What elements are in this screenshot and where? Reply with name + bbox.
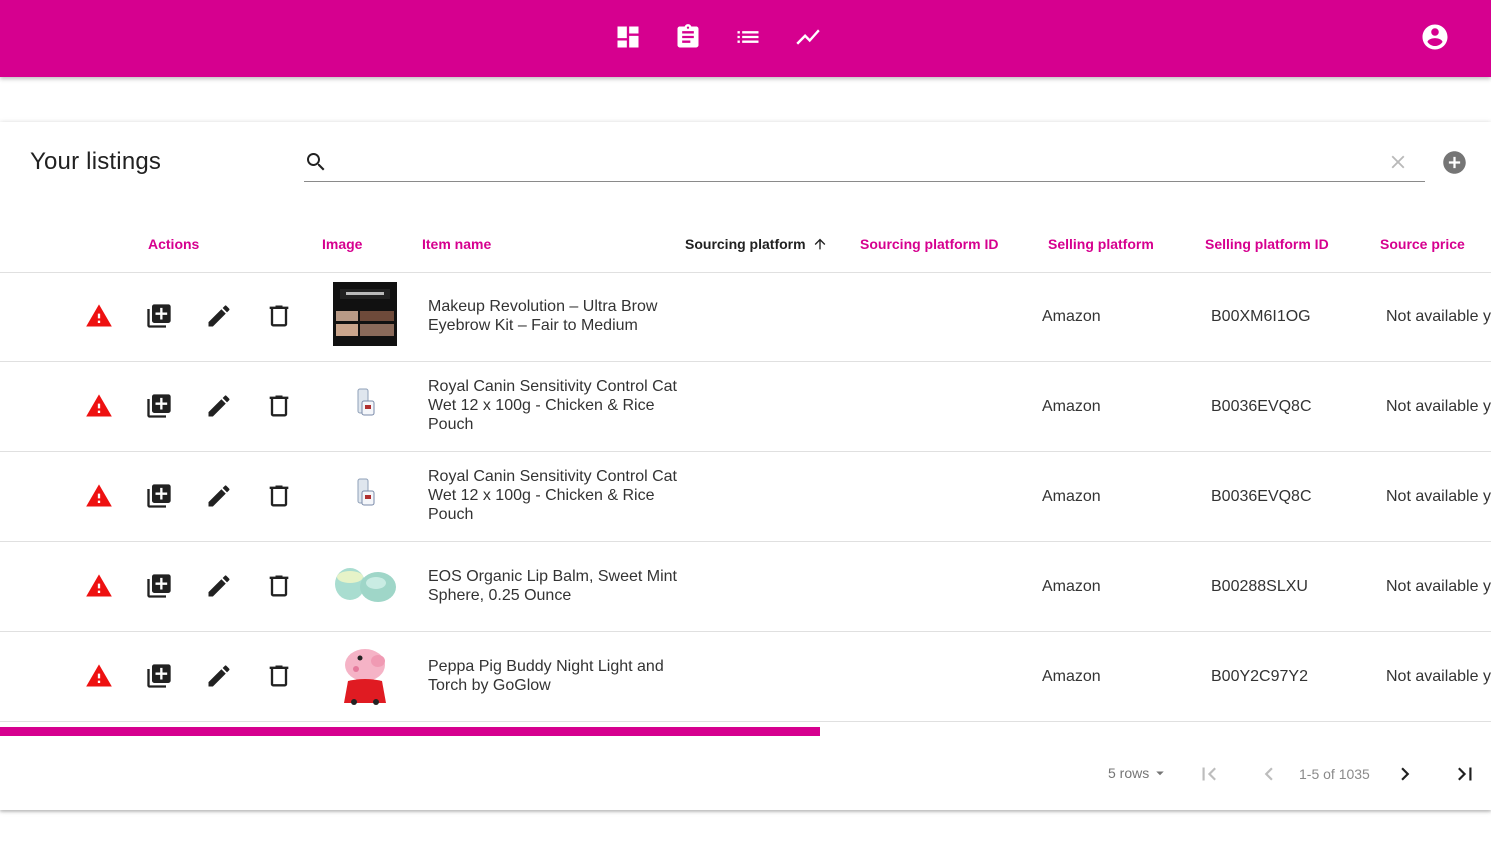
arrow-drop-down-icon — [1156, 771, 1164, 776]
search-icon — [304, 150, 328, 174]
duplicate-icon[interactable] — [145, 392, 173, 420]
item-name-cell: Makeup Revolution – Ultra Brow Eyebrow K… — [428, 298, 658, 334]
col-header-sourcing-platform-id[interactable]: Sourcing platform ID — [860, 236, 998, 252]
edit-icon[interactable] — [205, 482, 233, 510]
dashboard-icon[interactable] — [613, 22, 643, 52]
trending-icon[interactable] — [793, 22, 823, 52]
selling-platform-cell: Amazon — [1042, 668, 1101, 685]
product-image — [332, 551, 398, 617]
table-row: Peppa Pig Buddy Night Light and Torch by… — [0, 632, 1491, 722]
previous-page-icon[interactable] — [1256, 761, 1282, 787]
source-price-cell: Not available yet — [1386, 578, 1491, 595]
add-listing-icon[interactable] — [1441, 149, 1468, 176]
clear-search-icon[interactable] — [1387, 151, 1409, 173]
selling-platform-id-cell: B00Y2C97Y2 — [1211, 668, 1308, 685]
product-image — [332, 641, 398, 707]
selling-platform-id-cell: B00XM6I1OG — [1211, 308, 1311, 325]
duplicate-icon[interactable] — [145, 572, 173, 600]
item-name-cell: Royal Canin Sensitivity Control Cat Wet … — [428, 378, 677, 433]
selling-platform-id-cell: B0036EVQ8C — [1211, 398, 1312, 415]
search-input[interactable] — [338, 146, 1378, 178]
item-name-cell: Peppa Pig Buddy Night Light and Torch by… — [428, 658, 664, 694]
duplicate-icon[interactable] — [145, 482, 173, 510]
listings-card: Your listings Actions Image Item name So… — [0, 122, 1491, 810]
table-row: EOS Organic Lip Balm, Sweet Mint Sphere,… — [0, 542, 1491, 632]
page-title: Your listings — [30, 148, 162, 175]
col-header-item-name[interactable]: Item name — [422, 236, 491, 252]
selling-platform-cell: Amazon — [1042, 308, 1101, 325]
source-price-cell: Not available yet — [1386, 668, 1491, 685]
delete-icon[interactable] — [265, 572, 293, 600]
duplicate-icon[interactable] — [145, 302, 173, 330]
col-header-sourcing-platform[interactable]: Sourcing platform — [685, 236, 828, 252]
duplicate-icon[interactable] — [145, 662, 173, 690]
arrow-up-icon[interactable] — [812, 236, 828, 252]
col-header-source-price[interactable]: Source price — [1380, 236, 1465, 252]
selling-platform-cell: Amazon — [1042, 578, 1101, 595]
col-header-selling-platform[interactable]: Selling platform — [1048, 236, 1154, 252]
edit-icon[interactable] — [205, 572, 233, 600]
pagination: 5 rows 1-5 of 1035 — [0, 752, 1491, 792]
last-page-icon[interactable] — [1452, 761, 1478, 787]
selling-platform-cell: Amazon — [1042, 398, 1101, 415]
selling-platform-id-cell: B00288SLXU — [1211, 578, 1308, 595]
product-image — [332, 371, 398, 437]
delete-icon[interactable] — [265, 392, 293, 420]
warning-icon[interactable] — [85, 302, 113, 330]
delete-icon[interactable] — [265, 302, 293, 330]
source-price-cell: Not available yet — [1386, 308, 1491, 325]
col-header-selling-platform-id[interactable]: Selling platform ID — [1205, 236, 1329, 252]
selling-platform-id-cell: B0036EVQ8C — [1211, 488, 1312, 505]
delete-icon[interactable] — [265, 482, 293, 510]
warning-icon[interactable] — [85, 392, 113, 420]
rows-per-page-value: 5 rows — [1108, 765, 1150, 781]
delete-icon[interactable] — [265, 662, 293, 690]
assignment-icon[interactable] — [673, 22, 703, 52]
table-header: Actions Image Item name Sourcing platfor… — [0, 212, 1491, 273]
table-row: Makeup Revolution – Ultra Brow Eyebrow K… — [0, 272, 1491, 362]
search-bar — [304, 142, 1425, 182]
edit-icon[interactable] — [205, 392, 233, 420]
source-price-cell: Not available yet — [1386, 488, 1491, 505]
rows-per-page-select[interactable]: 5 rows — [1108, 764, 1169, 782]
product-image — [332, 461, 398, 527]
selling-platform-cell: Amazon — [1042, 488, 1101, 505]
first-page-icon[interactable] — [1196, 761, 1222, 787]
warning-icon[interactable] — [85, 572, 113, 600]
account-circle-icon[interactable] — [1420, 22, 1450, 52]
app-bar — [0, 0, 1491, 77]
item-name-cell: Royal Canin Sensitivity Control Cat Wet … — [428, 468, 677, 523]
item-name-cell: EOS Organic Lip Balm, Sweet Mint Sphere,… — [428, 568, 677, 604]
page-range: 1-5 of 1035 — [1299, 766, 1370, 782]
table-row: Royal Canin Sensitivity Control Cat Wet … — [0, 362, 1491, 452]
col-header-image[interactable]: Image — [322, 236, 362, 252]
warning-icon[interactable] — [85, 482, 113, 510]
edit-icon[interactable] — [205, 302, 233, 330]
source-price-cell: Not available yet — [1386, 398, 1491, 415]
col-header-actions[interactable]: Actions — [148, 236, 199, 252]
warning-icon[interactable] — [85, 662, 113, 690]
edit-icon[interactable] — [205, 662, 233, 690]
list-icon[interactable] — [733, 22, 763, 52]
product-image — [332, 281, 398, 347]
next-page-icon[interactable] — [1392, 761, 1418, 787]
col-header-sourcing-platform-label: Sourcing platform — [685, 236, 806, 252]
horizontal-scrollbar[interactable] — [0, 727, 820, 736]
table-row: Royal Canin Sensitivity Control Cat Wet … — [0, 452, 1491, 542]
